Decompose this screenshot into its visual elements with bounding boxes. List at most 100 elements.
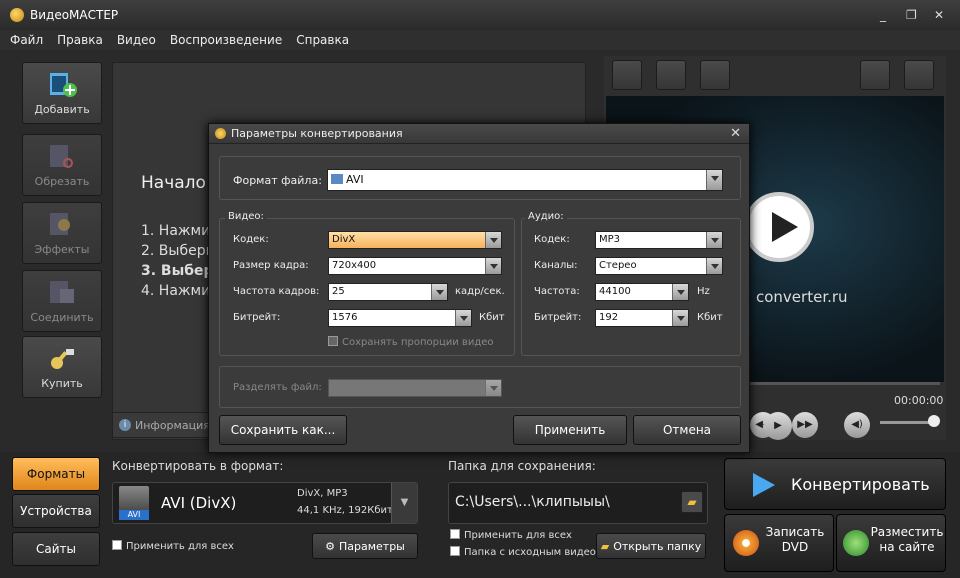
apply-all-checkbox-2[interactable]: [450, 529, 460, 539]
menu-playback[interactable]: Воспроизведение: [170, 33, 282, 47]
apply-all-check-2[interactable]: Применить для всех: [450, 529, 572, 541]
start-title: Начало: [141, 173, 206, 193]
film-add-icon: [50, 73, 77, 97]
format-name: AVI (DivX): [161, 494, 237, 512]
video-codec-dropdown-icon[interactable]: [485, 232, 501, 248]
nav-sites[interactable]: Сайты: [12, 532, 100, 566]
fps-select[interactable]: 25: [328, 283, 448, 301]
info-icon: i: [119, 419, 131, 431]
format-info-1: DivX, MP3: [297, 488, 348, 499]
open-folder-button[interactable]: ▰ Открыть папку: [596, 533, 706, 559]
restore-button[interactable]: ❐: [906, 8, 917, 22]
effects-label: Эффекты: [34, 243, 90, 256]
params-button[interactable]: ⚙ Параметры: [312, 533, 418, 559]
format-select[interactable]: AVI: [327, 169, 723, 191]
cancel-button[interactable]: Отмена: [633, 415, 741, 445]
apply-button[interactable]: Применить: [513, 415, 627, 445]
video-codec-label: Кодек:: [233, 234, 269, 245]
minimize-button[interactable]: _: [880, 8, 886, 22]
add-button[interactable]: Добавить: [22, 62, 102, 124]
split-select[interactable]: [328, 379, 502, 397]
volume-knob[interactable]: [928, 415, 940, 427]
fps-unit: кадр/сек.: [455, 286, 505, 297]
buy-label: Купить: [41, 377, 83, 390]
effects-button[interactable]: Эффекты: [22, 202, 102, 264]
source-folder-label: Папка с исходным видео: [464, 547, 596, 558]
record-icon[interactable]: [656, 60, 686, 90]
info-tab-label: Информация: [135, 418, 210, 432]
nav-formats[interactable]: Форматы: [12, 457, 100, 491]
burn-dvd-button[interactable]: Записать DVD: [724, 514, 834, 572]
audio-codec-value: MP3: [599, 234, 621, 245]
frequency-dropdown-icon[interactable]: [672, 284, 688, 300]
audio-codec-dropdown-icon[interactable]: [706, 232, 722, 248]
source-folder-check[interactable]: Папка с исходным видео: [450, 546, 596, 558]
menu-file[interactable]: Файл: [10, 33, 43, 47]
nav-devices[interactable]: Устройства: [12, 494, 100, 528]
conversion-settings-dialog: Параметры конвертирования ✕ Формат файла…: [208, 123, 750, 453]
fps-value: 25: [332, 286, 345, 297]
apply-all-checkbox[interactable]: [112, 540, 122, 550]
folder-path-box[interactable]: C:\Users\...\клипыыы\ ▰: [448, 482, 708, 524]
add-label: Добавить: [34, 103, 90, 116]
buy-button[interactable]: Купить: [22, 336, 102, 398]
format-selector[interactable]: AVI AVI (DivX) DivX, MP3 44,1 KHz, 192Кб…: [112, 482, 418, 524]
frame-size-value: 720x400: [332, 260, 377, 271]
close-icon[interactable]: ✕: [730, 126, 741, 141]
audio-codec-select[interactable]: MP3: [595, 231, 723, 249]
volume-slider[interactable]: [880, 421, 932, 424]
video-bitrate-label: Битрейт:: [233, 312, 281, 323]
keep-ratio-label: Сохранять пропорции видео: [342, 337, 494, 348]
frame-size-select[interactable]: 720x400: [328, 257, 502, 275]
avi-format-icon: AVI: [119, 486, 149, 520]
source-folder-checkbox[interactable]: [450, 546, 460, 556]
crop-icon[interactable]: [612, 60, 642, 90]
apply-all-label: Применить для всех: [126, 541, 234, 552]
format-dropdown-icon[interactable]: [706, 170, 722, 190]
frequency-select[interactable]: 44100: [595, 283, 689, 301]
audio-bitrate-dropdown-icon[interactable]: [672, 310, 688, 326]
audio-codec-label: Кодек:: [534, 234, 570, 245]
audio-bitrate-select[interactable]: 192: [595, 309, 689, 327]
folder-label: Папка для сохранения:: [448, 459, 596, 473]
browse-folder-icon[interactable]: ▰: [681, 491, 703, 513]
timecode: 00:00:00: [894, 394, 944, 407]
fullscreen-icon[interactable]: [904, 60, 934, 90]
format-badge: AVI: [119, 510, 149, 520]
camera-icon[interactable]: [860, 60, 890, 90]
split-dropdown-icon[interactable]: [485, 380, 501, 396]
brightness-icon[interactable]: [700, 60, 730, 90]
video-codec-select[interactable]: DivX: [328, 231, 502, 249]
menu-bar: Файл Правка Видео Воспроизведение Справк…: [0, 30, 960, 50]
channels-select[interactable]: Стерео: [595, 257, 723, 275]
play-button[interactable]: ▶: [764, 412, 792, 440]
volume-icon[interactable]: ◀): [844, 412, 870, 438]
menu-help[interactable]: Справка: [296, 33, 349, 47]
close-window-button[interactable]: ✕: [934, 8, 944, 22]
audio-bitrate-value: 192: [599, 312, 619, 323]
fps-dropdown-icon[interactable]: [431, 284, 447, 300]
trim-label: Обрезать: [34, 175, 90, 188]
timeline-slider[interactable]: [744, 382, 940, 385]
video-group-label: Видео:: [225, 211, 267, 222]
channels-dropdown-icon[interactable]: [706, 258, 722, 274]
convert-arrow-icon: [753, 473, 775, 497]
trim-button[interactable]: Обрезать: [22, 134, 102, 196]
keep-ratio-check[interactable]: Сохранять пропорции видео: [328, 336, 494, 348]
keep-ratio-checkbox[interactable]: [328, 336, 338, 346]
save-as-button[interactable]: Сохранить как...: [219, 415, 347, 445]
video-bitrate-dropdown-icon[interactable]: [455, 310, 471, 326]
forward-button[interactable]: ▶▶: [792, 412, 818, 438]
video-bitrate-select[interactable]: 1576: [328, 309, 472, 327]
publish-button[interactable]: Разместить на сайте: [836, 514, 946, 572]
apply-all-check[interactable]: Применить для всех: [112, 540, 234, 552]
menu-video[interactable]: Видео: [117, 33, 156, 47]
publish-label: Разместить на сайте: [870, 525, 944, 554]
info-tab[interactable]: i Информация: [112, 412, 212, 438]
video-codec-value: DivX: [332, 234, 356, 245]
frame-size-dropdown-icon[interactable]: [485, 258, 501, 274]
join-button[interactable]: Соединить: [22, 270, 102, 332]
format-dropdown-button[interactable]: ▼: [391, 483, 417, 523]
convert-button[interactable]: Конвертировать: [724, 458, 946, 510]
menu-edit[interactable]: Правка: [57, 33, 103, 47]
